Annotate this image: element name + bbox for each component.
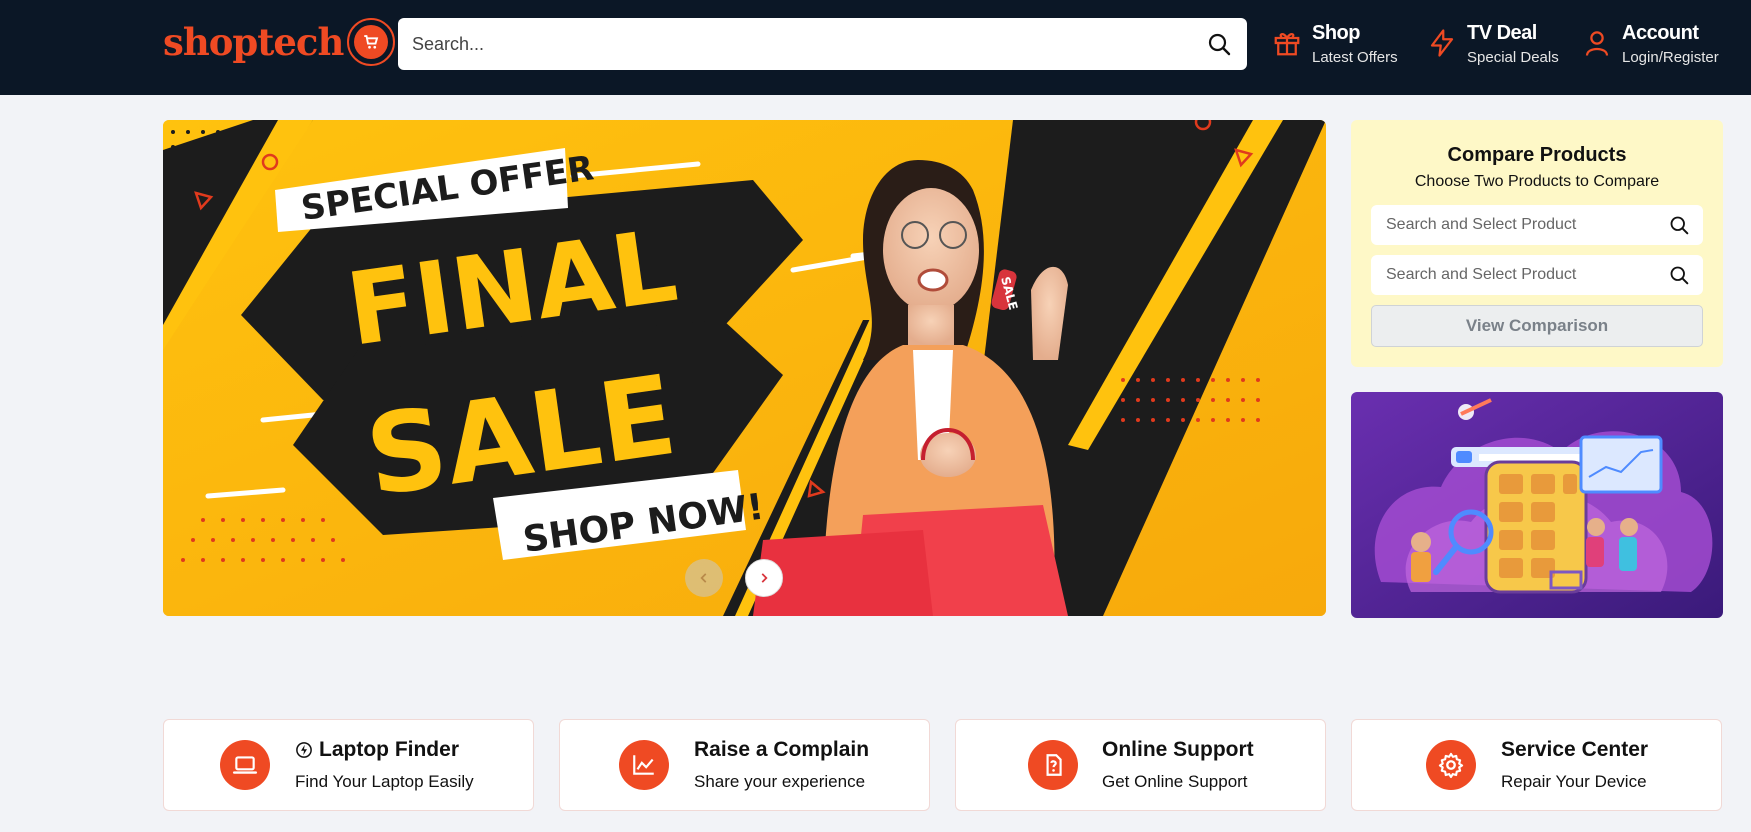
cart-badge-icon xyxy=(347,18,396,66)
promo-banner[interactable] xyxy=(1351,392,1723,618)
search-icon[interactable] xyxy=(1205,30,1233,58)
info-circle-icon xyxy=(295,741,313,764)
compare-input-1-wrap xyxy=(1371,205,1703,245)
gift-icon xyxy=(1274,33,1300,56)
nav-tv-deal[interactable]: TV Deal Special Deals xyxy=(1427,22,1559,66)
user-icon xyxy=(1585,31,1609,56)
top-header: shoptech Shop Latest Offers TV Deal Spec… xyxy=(0,0,1751,95)
card-online-support[interactable]: Online Support Get Online Support xyxy=(955,719,1326,811)
slider-next-button[interactable] xyxy=(745,559,783,597)
card-raise-complain[interactable]: Raise a Complain Share your experience xyxy=(559,719,930,811)
nav-tv-deal-subtitle: Special Deals xyxy=(1467,49,1559,66)
view-comparison-button[interactable]: View Comparison xyxy=(1371,305,1703,347)
nav-shop[interactable]: Shop Latest Offers xyxy=(1272,22,1398,66)
nav-account-subtitle: Login/Register xyxy=(1622,49,1719,66)
nav-account-title: Account xyxy=(1622,22,1699,44)
search-input[interactable] xyxy=(398,18,1178,70)
chevron-right-icon xyxy=(761,573,768,583)
hero-banner[interactable]: SPECIAL OFFER FINAL SALE SHOP NOW! SALE xyxy=(163,120,1326,616)
lightning-icon xyxy=(1430,29,1454,57)
search-icon[interactable] xyxy=(1669,215,1689,235)
nav-account[interactable]: Account Login/Register xyxy=(1582,22,1719,66)
compare-product-2-input[interactable] xyxy=(1371,255,1661,295)
card-subtitle: Get Online Support xyxy=(1102,772,1248,791)
online-shopping-illustration xyxy=(1351,392,1723,618)
card-subtitle: Repair Your Device xyxy=(1501,772,1647,791)
final-sale-banner-image: SPECIAL OFFER FINAL SALE SHOP NOW! SALE xyxy=(163,120,1326,616)
card-subtitle: Share your experience xyxy=(694,772,866,791)
card-laptop-finder[interactable]: Laptop Finder Find Your Laptop Easily xyxy=(163,719,534,811)
nav-tv-deal-title: TV Deal xyxy=(1467,22,1537,44)
nav-shop-subtitle: Latest Offers xyxy=(1312,49,1398,66)
card-title: Laptop Finder xyxy=(319,738,459,761)
slider-prev-button[interactable] xyxy=(685,559,723,597)
logo-text: shoptech xyxy=(163,20,344,64)
laptop-icon xyxy=(220,740,270,790)
shoptech-logo[interactable]: shoptech xyxy=(163,18,396,66)
compare-title: Compare Products xyxy=(1447,144,1627,166)
search-icon[interactable] xyxy=(1669,265,1689,285)
compare-products-panel: Compare Products Choose Two Products to … xyxy=(1351,120,1723,367)
card-title: Service Center xyxy=(1501,738,1649,761)
question-icon xyxy=(1028,740,1078,790)
gear-icon xyxy=(1426,740,1476,790)
compare-product-1-input[interactable] xyxy=(1371,205,1661,245)
chevron-left-icon xyxy=(700,573,707,583)
card-title: Online Support xyxy=(1102,738,1254,761)
card-title: Raise a Complain xyxy=(694,738,870,761)
compare-input-2-wrap xyxy=(1371,255,1703,295)
header-search xyxy=(398,18,1247,70)
card-service-center[interactable]: Service Center Repair Your Device xyxy=(1351,719,1722,811)
chart-icon xyxy=(619,740,669,790)
nav-shop-title: Shop xyxy=(1312,22,1360,44)
card-subtitle: Find Your Laptop Easily xyxy=(295,772,474,791)
compare-subtitle: Choose Two Products to Compare xyxy=(1414,173,1660,190)
